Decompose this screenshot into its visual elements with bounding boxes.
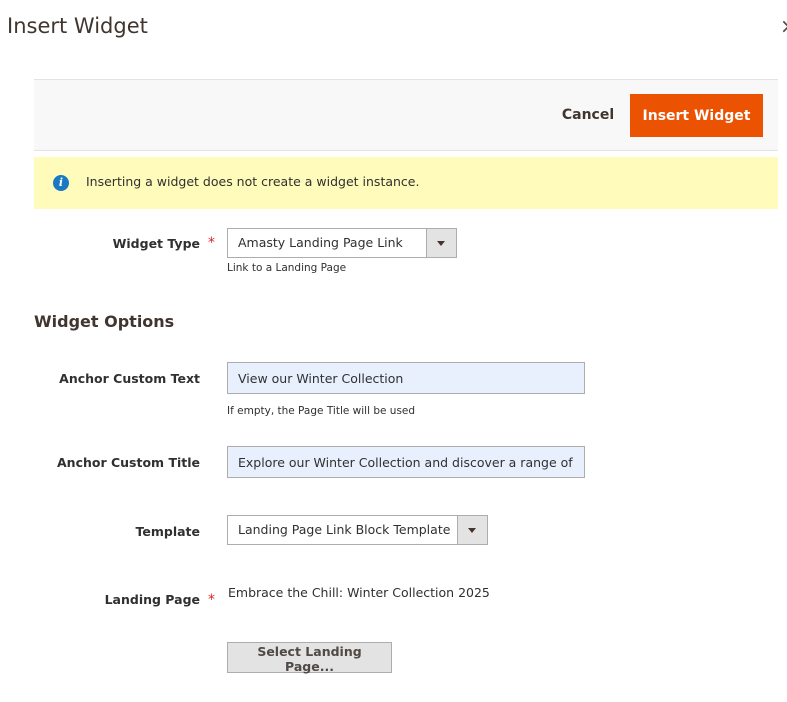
- anchor-title-input[interactable]: [227, 446, 585, 478]
- chevron-down-icon: [426, 229, 456, 257]
- widget-type-note: Link to a Landing Page: [227, 262, 347, 274]
- widget-options-title: Widget Options: [34, 312, 175, 331]
- widget-type-value: Amasty Landing Page Link: [238, 235, 403, 250]
- info-icon: i: [53, 175, 69, 191]
- modal-action-bar: Cancel Insert Widget: [34, 79, 778, 151]
- anchor-text-input[interactable]: [227, 362, 585, 394]
- modal-title: Insert Widget: [7, 14, 148, 38]
- chevron-down-icon: [457, 516, 487, 544]
- template-value: Landing Page Link Block Template: [238, 522, 451, 537]
- anchor-text-label: Anchor Custom Text: [59, 371, 200, 386]
- close-icon[interactable]: ×: [780, 14, 787, 38]
- widget-type-select[interactable]: Amasty Landing Page Link: [227, 228, 457, 258]
- template-select[interactable]: Landing Page Link Block Template: [227, 515, 488, 545]
- landing-page-label: Landing Page: [104, 592, 200, 607]
- widget-type-label: Widget Type: [112, 236, 200, 251]
- notice-text: Inserting a widget does not create a wid…: [86, 174, 420, 189]
- insert-widget-button[interactable]: Insert Widget: [630, 94, 763, 137]
- anchor-text-note: If empty, the Page Title will be used: [227, 405, 416, 417]
- info-notice: i Inserting a widget does not create a w…: [34, 157, 778, 209]
- landing-page-value: Embrace the Chill: Winter Collection 202…: [228, 585, 490, 600]
- cancel-button[interactable]: Cancel: [538, 94, 638, 136]
- anchor-title-label: Anchor Custom Title: [57, 455, 200, 470]
- required-star: *: [208, 592, 215, 608]
- required-star: *: [208, 235, 215, 251]
- select-landing-page-button[interactable]: Select Landing Page...: [227, 642, 392, 674]
- template-label: Template: [135, 524, 201, 539]
